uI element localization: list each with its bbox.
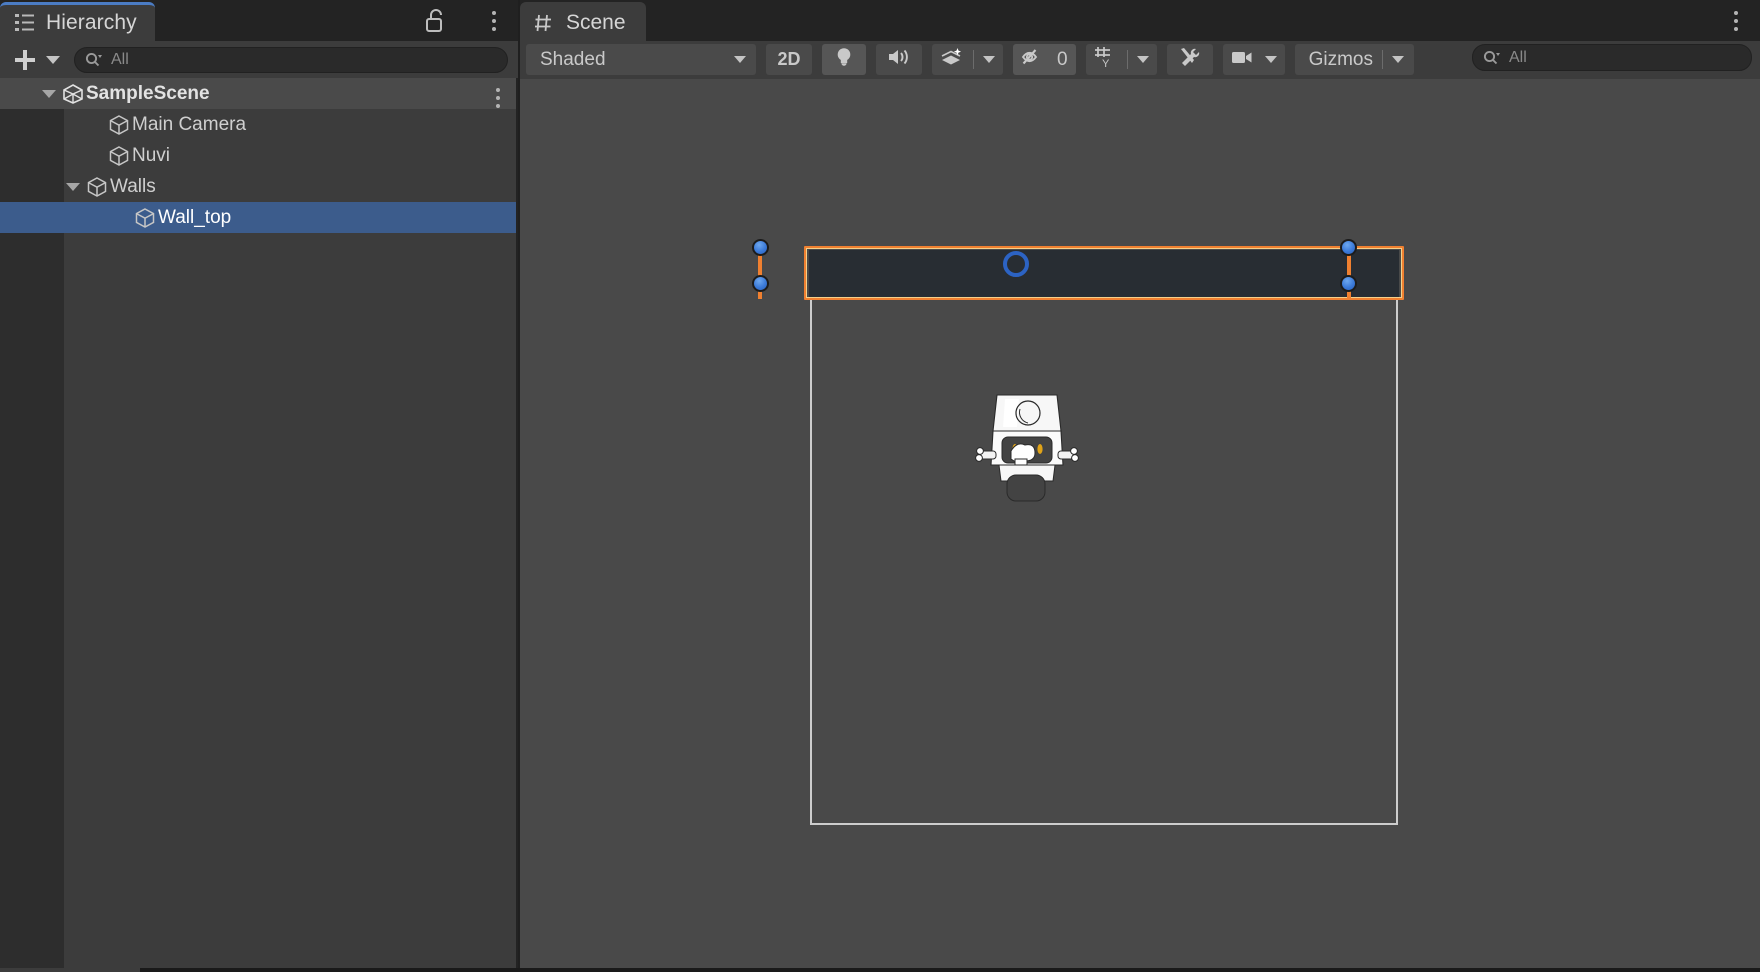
scene-context-kebab-icon[interactable]: [496, 88, 500, 108]
hierarchy-tree: SampleScene Main Camera Nuvi WallsWall_top: [0, 78, 518, 968]
separator: [1127, 50, 1128, 69]
tab-hierarchy[interactable]: Hierarchy: [0, 2, 155, 41]
lightbulb-icon: [834, 46, 854, 73]
gameobject-cube-icon: [132, 207, 158, 229]
rect-tool-pivot-handle[interactable]: [1003, 251, 1029, 277]
grid-y-axis-icon: Y: [1094, 46, 1118, 73]
bottom-tab-stub[interactable]: [0, 968, 140, 972]
selection-outline-highlight: [806, 248, 1402, 298]
hierarchy-row-walls[interactable]: Walls: [0, 171, 518, 202]
scene-grid-dropdown[interactable]: Y: [1086, 44, 1157, 75]
toggle-2d-button[interactable]: 2D: [766, 44, 812, 75]
scene-visibility-toggle[interactable]: 0: [1013, 44, 1076, 75]
effects-layers-icon: [940, 47, 964, 72]
room-boundary-frame: [810, 275, 1398, 825]
separator: [1382, 50, 1383, 69]
hierarchy-row-label: Main Camera: [132, 114, 246, 136]
hierarchy-row-samplescene[interactable]: SampleScene: [0, 78, 518, 109]
svg-text:Y: Y: [1102, 58, 1110, 68]
separator: [973, 50, 974, 69]
gameobject-cube-icon: [84, 176, 110, 198]
scene-search-input[interactable]: All: [1472, 44, 1752, 71]
handle-bottom-right[interactable]: [1340, 275, 1357, 292]
tools-wrench-icon: [1178, 46, 1202, 73]
hierarchy-search-placeholder: All: [111, 51, 129, 69]
hidden-object-count: 0: [1057, 49, 1068, 71]
scene-camera-icon: [1231, 48, 1257, 71]
scene-audio-toggle[interactable]: [876, 44, 922, 75]
hierarchy-row-label: Wall_top: [158, 207, 231, 229]
chevron-down-icon: [983, 56, 995, 63]
hierarchy-search-input[interactable]: All: [74, 47, 508, 73]
scene-camera-dropdown[interactable]: [1223, 44, 1285, 75]
character-sprite-nuvi[interactable]: [975, 389, 1079, 507]
chevron-down-icon: [734, 56, 746, 63]
hierarchy-row-label: SampleScene: [86, 83, 210, 105]
scene-grid-icon: [534, 13, 556, 33]
hierarchy-toolbar: All: [0, 41, 518, 78]
hierarchy-panel: Hierarchy: [0, 0, 518, 968]
gameobject-cube-icon: [106, 145, 132, 167]
handle-top-left[interactable]: [752, 239, 769, 256]
panel-divider[interactable]: [516, 78, 518, 968]
draw-mode-label: Shaded: [540, 49, 606, 71]
scene-panel: Scene Shaded 2D: [520, 0, 1760, 968]
handle-top-right[interactable]: [1340, 239, 1357, 256]
chevron-down-icon: [1392, 56, 1404, 63]
hierarchy-row-nuvi[interactable]: Nuvi: [0, 140, 518, 171]
lock-open-icon[interactable]: [424, 9, 446, 33]
unity-scene-icon: [60, 83, 86, 105]
foldout-arrow-icon[interactable]: [42, 90, 56, 98]
scene-tab-bar: Scene: [520, 0, 1760, 41]
tab-scene[interactable]: Scene: [520, 2, 646, 41]
hierarchy-menu-kebab-icon[interactable]: [492, 11, 496, 31]
gizmos-label: Gizmos: [1309, 49, 1373, 71]
chevron-down-icon: [46, 56, 60, 64]
foldout-arrow-icon[interactable]: [66, 183, 80, 191]
tab-hierarchy-label: Hierarchy: [46, 11, 137, 35]
scene-menu-kebab-icon[interactable]: [1734, 11, 1738, 31]
scene-lighting-toggle[interactable]: [822, 44, 866, 75]
eye-off-icon: [1021, 47, 1049, 72]
hierarchy-tab-bar: Hierarchy: [0, 0, 518, 41]
hierarchy-row-label: Walls: [110, 176, 156, 198]
unity-editor-window: Hierarchy: [0, 0, 1760, 972]
hierarchy-row-label: Nuvi: [132, 145, 170, 167]
add-gameobject-dropdown[interactable]: [40, 46, 66, 74]
search-icon: [85, 52, 103, 68]
gizmos-dropdown[interactable]: Gizmos: [1295, 44, 1414, 75]
window-bottom-strip: [0, 968, 1760, 972]
hierarchy-row-wall-top[interactable]: Wall_top: [0, 202, 518, 233]
scene-viewport[interactable]: [520, 79, 1760, 968]
scene-tools-button[interactable]: [1167, 44, 1213, 75]
draw-mode-dropdown[interactable]: Shaded: [526, 44, 756, 75]
gameobject-cube-icon: [106, 114, 132, 136]
speaker-icon: [887, 47, 911, 72]
tab-scene-label: Scene: [566, 11, 626, 35]
hierarchy-list-icon: [14, 13, 36, 33]
search-icon: [1483, 50, 1501, 66]
hierarchy-row-main-camera[interactable]: Main Camera: [0, 109, 518, 140]
handle-bottom-left[interactable]: [752, 275, 769, 292]
add-gameobject-button[interactable]: [10, 46, 40, 74]
plus-icon: [15, 50, 35, 70]
chevron-down-icon: [1265, 56, 1277, 63]
scene-search-placeholder: All: [1509, 49, 1527, 67]
toggle-2d-label: 2D: [777, 49, 800, 70]
chevron-down-icon: [1137, 56, 1149, 63]
scene-fx-dropdown[interactable]: [932, 44, 1003, 75]
